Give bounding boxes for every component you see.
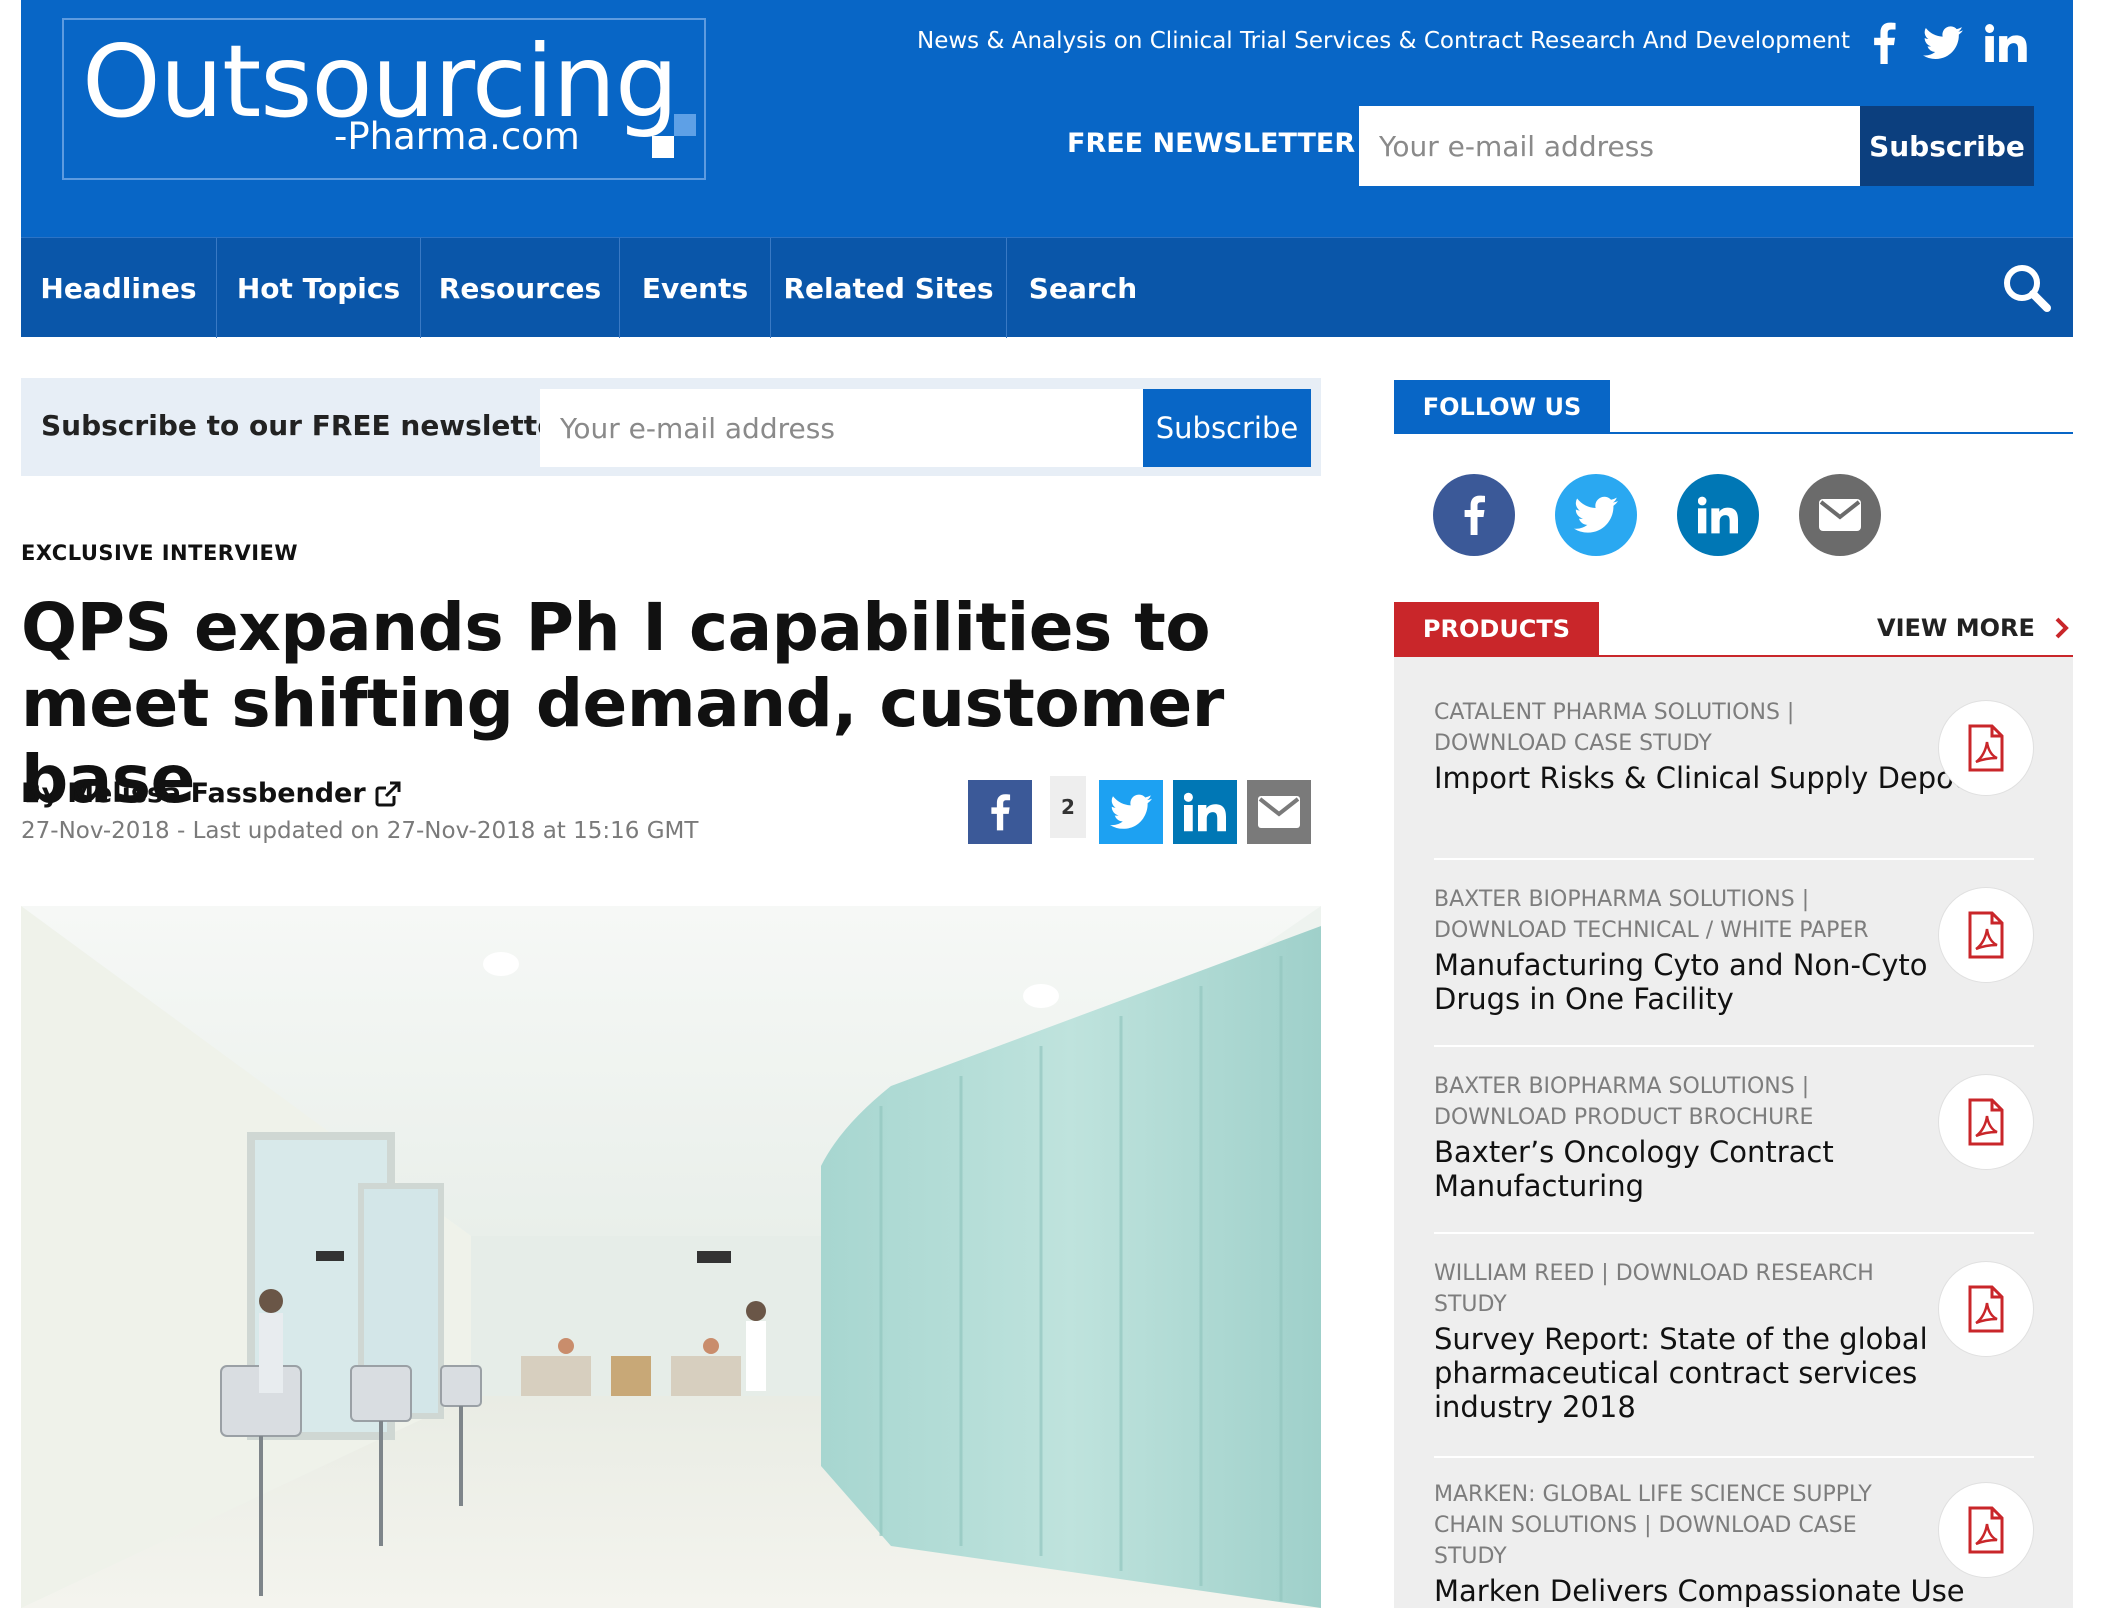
newsletter-label: FREE NEWSLETTER [1067, 128, 1356, 159]
article-image [21, 906, 1321, 1608]
article-date: 27-Nov-2018 - Last updated on 27-Nov-201… [21, 818, 699, 844]
linkedin-icon[interactable] [1981, 18, 2031, 68]
nav-item-headlines[interactable]: Headlines [21, 238, 217, 338]
divider [1434, 1232, 2034, 1234]
article-byline: By Melissa Fassbender [21, 778, 402, 809]
product-meta: WILLIAM REED | DOWNLOAD RESEARCH STUDY [1434, 1261, 1874, 1317]
newsletter-email-input[interactable] [540, 389, 1144, 467]
pdf-icon[interactable] [1938, 1261, 2034, 1357]
divider [1434, 1456, 2034, 1458]
newsletter-signup-label: Subscribe to our FREE newsletter [41, 409, 570, 442]
site-logo[interactable]: Outsourcing -Pharma.com [62, 18, 706, 180]
newsletter-subscribe-button[interactable]: Subscribe [1143, 389, 1311, 467]
share-count: 2 [1050, 776, 1086, 838]
nav-item-events[interactable]: Events [620, 238, 771, 338]
divider [1434, 1045, 2034, 1047]
main-nav: Headlines Hot Topics Resources Events Re… [21, 237, 2073, 338]
pdf-icon[interactable] [1938, 887, 2034, 983]
share-twitter-icon[interactable] [1099, 780, 1163, 844]
logo-subtext: -Pharma.com [334, 115, 580, 158]
follow-facebook-icon[interactable] [1433, 474, 1515, 556]
divider [1434, 858, 2034, 860]
follow-us-heading: FOLLOW US [1394, 380, 1610, 434]
search-icon[interactable] [2001, 262, 2053, 314]
product-meta: BAXTER BIOPHARMA SOLUTIONS | DOWNLOAD PR… [1434, 1074, 1814, 1130]
product-meta: BAXTER BIOPHARMA SOLUTIONS | DOWNLOAD TE… [1434, 887, 1869, 943]
products-heading: PRODUCTS [1394, 602, 1599, 656]
follow-linkedin-icon[interactable] [1677, 474, 1759, 556]
page: Outsourcing -Pharma.com News & Analysis … [0, 0, 2109, 1608]
share-linkedin-icon[interactable] [1173, 780, 1237, 844]
product-meta: CATALENT PHARMA SOLUTIONS | DOWNLOAD CAS… [1434, 700, 1795, 756]
header-email-input[interactable] [1359, 106, 1860, 186]
pdf-icon[interactable] [1938, 1074, 2034, 1170]
divider [1394, 432, 2073, 434]
share-email-icon[interactable] [1247, 780, 1311, 844]
follow-twitter-icon[interactable] [1555, 474, 1637, 556]
chevron-right-icon [2055, 617, 2069, 639]
follow-email-icon[interactable] [1799, 474, 1881, 556]
nav-item-related-sites[interactable]: Related Sites [771, 238, 1007, 338]
byline-prefix: By [21, 778, 60, 809]
product-title[interactable]: Marken Delivers Compassionate Use Dose o… [1434, 1574, 1994, 1608]
newsletter-signup-bar: Subscribe to our FREE newsletter Subscri… [21, 378, 1321, 476]
site-tagline: News & Analysis on Clinical Trial Servic… [917, 28, 1850, 54]
view-more-link[interactable]: VIEW MORE [1877, 614, 2069, 642]
nav-item-search[interactable]: Search [1007, 238, 1159, 338]
pdf-icon[interactable] [1938, 1482, 2034, 1578]
product-title[interactable]: Manufacturing Cyto and Non-Cyto Drugs in… [1434, 948, 1994, 1016]
site-header: Outsourcing -Pharma.com News & Analysis … [21, 0, 2073, 237]
author-link[interactable]: Melissa Fassbender [67, 778, 366, 809]
product-title[interactable]: Survey Report: State of the global pharm… [1434, 1322, 1994, 1424]
pdf-icon[interactable] [1938, 700, 2034, 796]
header-subscribe-button[interactable]: Subscribe [1860, 106, 2034, 186]
nav-item-resources[interactable]: Resources [421, 238, 620, 338]
logo-mark [652, 136, 674, 158]
article-kicker: EXCLUSIVE INTERVIEW [21, 541, 299, 565]
product-item[interactable]: WILLIAM REED | DOWNLOAD RESEARCH STUDY S… [1434, 1258, 2034, 1424]
logo-mark [674, 114, 696, 136]
view-more-label: VIEW MORE [1877, 614, 2035, 642]
facebook-icon[interactable] [1864, 18, 1904, 68]
product-title[interactable]: Baxter’s Oncology Contract Manufacturing [1434, 1135, 1994, 1203]
product-meta: MARKEN: GLOBAL LIFE SCIENCE SUPPLY CHAIN… [1434, 1482, 1872, 1569]
twitter-icon[interactable] [1921, 18, 1965, 68]
product-title[interactable]: Import Risks & Clinical Supply Depots [1434, 761, 1994, 795]
nav-item-hot-topics[interactable]: Hot Topics [217, 238, 421, 338]
share-facebook-icon[interactable] [968, 780, 1032, 844]
external-link-icon[interactable] [374, 780, 402, 808]
